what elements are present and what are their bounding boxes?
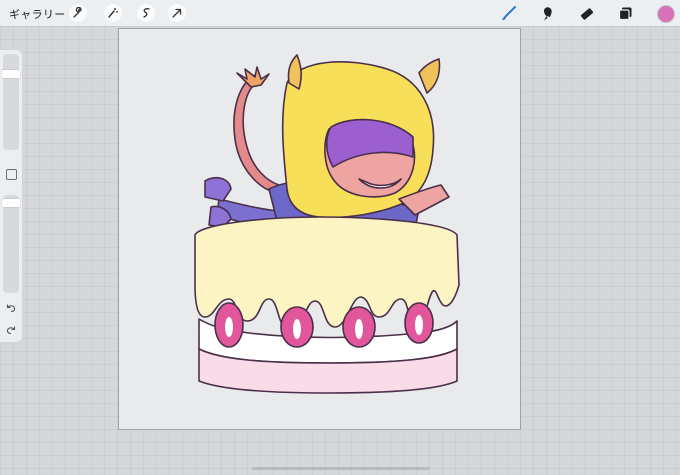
shoe-left (204, 176, 232, 202)
brush-size-slider[interactable] (2, 54, 20, 150)
adjustments-button[interactable] (104, 4, 122, 22)
opacity-slider[interactable] (2, 195, 20, 293)
transform-button[interactable] (168, 4, 186, 22)
top-toolbar: ギャラリー (0, 0, 680, 27)
modify-button[interactable] (6, 169, 17, 180)
selection-icon (143, 8, 150, 18)
horn-right (418, 58, 441, 94)
color-picker-button[interactable] (657, 5, 675, 23)
undo-icon[interactable] (5, 302, 17, 314)
redo-icon[interactable] (5, 324, 17, 336)
artwork-illustration (194, 54, 460, 394)
tail-tip (236, 66, 270, 88)
layers-button[interactable] (616, 4, 634, 22)
smudge-button[interactable] (538, 4, 556, 22)
magic-wand-icon (108, 8, 118, 18)
opacity-thumb[interactable] (2, 199, 20, 207)
gallery-button[interactable]: ギャラリー (9, 6, 66, 22)
wrench-icon (73, 7, 82, 18)
smudge-icon (543, 6, 552, 20)
eraser-button[interactable] (577, 4, 595, 22)
brush-size-thumb[interactable] (2, 70, 20, 78)
left-sidebar (0, 50, 22, 342)
home-indicator (252, 467, 430, 470)
brush-icon (501, 5, 516, 20)
selection-button[interactable] (137, 4, 155, 22)
eraser-icon (580, 7, 593, 20)
brush-button[interactable] (499, 4, 517, 22)
transform-arrow-icon (172, 8, 182, 18)
tail (233, 74, 280, 194)
actions-button[interactable] (69, 4, 87, 22)
canvas[interactable] (118, 28, 521, 430)
horn-left (287, 54, 302, 90)
layers-icon (618, 7, 631, 20)
